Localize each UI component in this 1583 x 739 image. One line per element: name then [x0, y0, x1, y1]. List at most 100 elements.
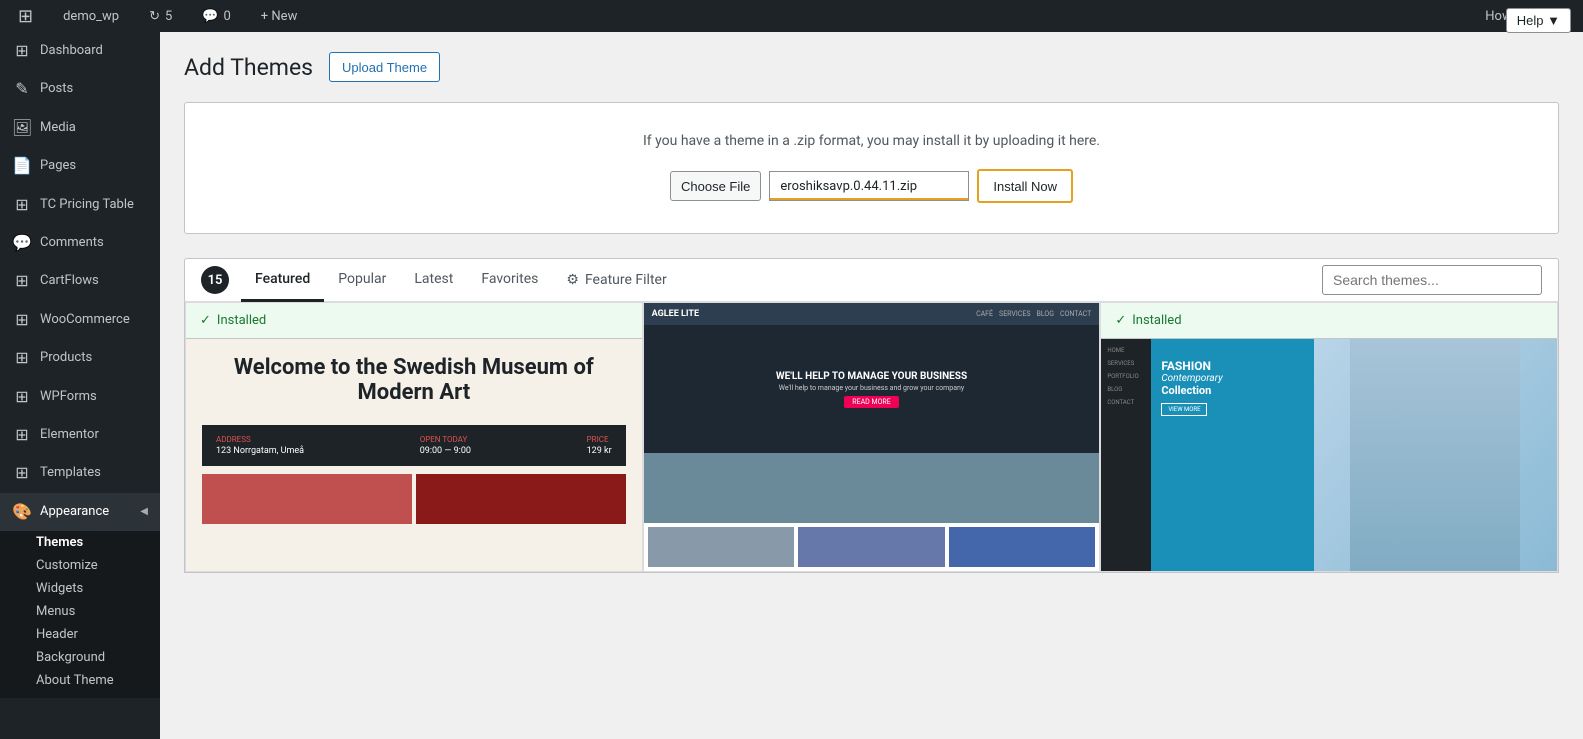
comments-count: 0 [223, 9, 230, 24]
sidebar-item-wpforms[interactable]: ⊞ WPForms [0, 378, 160, 416]
theme2-thumb1 [648, 527, 795, 567]
theme3-nav-home: HOME [1107, 347, 1145, 354]
tab-latest[interactable]: Latest [400, 259, 467, 302]
new-label: + New [261, 9, 298, 24]
theme2-thumb3 [949, 527, 1096, 567]
site-name-item[interactable]: demo_wp [55, 0, 127, 32]
theme2-hero-sub: We'll help to manage your business and g… [779, 384, 964, 392]
installed-bar-1: ✓ Installed [186, 303, 642, 339]
sidebar-sub-about-theme[interactable]: About Theme [0, 669, 160, 692]
upload-area: If you have a theme in a .zip format, yo… [184, 102, 1559, 234]
installed-label-1: Installed [217, 313, 266, 328]
theme3-text-overlay: FASHION Contemporary Collection VIEW MOR… [1161, 359, 1222, 416]
sidebar-item-dashboard[interactable]: ⊞ Dashboard [0, 32, 160, 70]
sidebar-item-appearance[interactable]: 🎨 Appearance ◀ [0, 493, 160, 531]
comments-sidebar-icon: 💬 [12, 232, 32, 254]
theme3-sidebar: HOME SERVICES PORTFOLIO BLOG CONTACT [1101, 339, 1151, 572]
theme3-nav-contact: CONTACT [1107, 399, 1145, 406]
help-button[interactable]: Help ▼ [1506, 32, 1571, 33]
sidebar-item-products[interactable]: ⊞ Products [0, 339, 160, 377]
templates-icon: ⊞ [12, 462, 32, 484]
theme2-nav-blog: BLOG [1036, 310, 1054, 318]
theme1-address: ADDRESS 123 Norrgatam, Umeå [216, 435, 304, 456]
sidebar-item-woocommerce[interactable]: ⊞ WooCommerce [0, 301, 160, 339]
sidebar-item-comments[interactable]: 💬 Comments [0, 224, 160, 262]
theme3-contemporary-text: Contemporary [1161, 373, 1222, 384]
media-icon: 🖼 [12, 117, 32, 139]
sidebar-sub-header[interactable]: Header [0, 623, 160, 646]
wp-logo-item[interactable]: ⊞ [10, 0, 41, 32]
file-name-display: eroshiksavp.0.44.11.zip [769, 171, 969, 201]
sidebar-item-cartflows[interactable]: ⊞ CartFlows [0, 262, 160, 300]
theme1-price: PRICE 129 kr [587, 435, 612, 456]
theme3-model-img [1350, 339, 1520, 572]
theme3-main: FASHION Contemporary Collection VIEW MOR… [1151, 339, 1557, 572]
tab-favorites[interactable]: Favorites [467, 259, 552, 302]
sidebar-sub-customize[interactable]: Customize [0, 554, 160, 577]
sidebar-item-tc-pricing-table[interactable]: ⊞ TC Pricing Table [0, 186, 160, 224]
theme2-nav-services: SERVICES [999, 310, 1030, 318]
sidebar-label-dashboard: Dashboard [40, 42, 103, 60]
theme2-img-main [644, 453, 1100, 523]
sidebar-label-cartflows: CartFlows [40, 272, 99, 290]
sidebar-item-posts[interactable]: ✎ Posts [0, 70, 160, 108]
theme2-nav-items: CAFÉ SERVICES BLOG CONTACT [976, 310, 1091, 318]
sidebar-sub-widgets[interactable]: Widgets [0, 577, 160, 600]
theme-card-1: ✓ Installed Welcome to the Swedish Museu… [185, 302, 643, 572]
theme2-nav-contact: CONTACT [1060, 310, 1091, 318]
theme1-open: OPEN TODAY 09:00 — 9:00 [420, 435, 471, 456]
sidebar-label-media: Media [40, 119, 76, 137]
appearance-icon: 🎨 [12, 501, 32, 523]
page-title: Add Themes [184, 54, 313, 81]
installed-bar-3: ✓ Installed [1101, 303, 1557, 339]
theme1-address-value: 123 Norrgatam, Umeå [216, 446, 304, 456]
elementor-icon: ⊞ [12, 424, 32, 446]
tab-feature-filter[interactable]: ⚙ Feature Filter [552, 260, 680, 300]
theme3-view-more-btn[interactable]: VIEW MORE [1161, 403, 1207, 416]
sidebar-item-pages[interactable]: 📄 Pages [0, 147, 160, 185]
admin-bar: ⊞ demo_wp ↻ 5 💬 0 + New Howdy, saloni [0, 0, 1583, 32]
upload-theme-button[interactable]: Upload Theme [329, 52, 440, 82]
updates-item[interactable]: ↻ 5 [141, 0, 180, 32]
theme3-fashion-text: FASHION [1161, 359, 1222, 373]
theme-card-3: ✓ Installed HOME SERVICES PORTFOLIO BLOG… [1100, 302, 1558, 572]
theme1-open-label: OPEN TODAY [420, 435, 471, 444]
theme3-model [1314, 339, 1557, 572]
search-themes-input[interactable] [1322, 265, 1542, 295]
cartflows-icon: ⊞ [12, 270, 32, 292]
sidebar-label-pages: Pages [40, 157, 76, 175]
file-name-text: eroshiksavp.0.44.11.zip [780, 179, 917, 194]
main-content: Help ▼ Add Themes Upload Theme If you ha… [160, 32, 1583, 739]
layout: ⊞ Dashboard ✎ Posts 🖼 Media 📄 Pages ⊞ TC… [0, 32, 1583, 739]
sidebar-item-media[interactable]: 🖼 Media [0, 109, 160, 147]
theme2-thumb2 [798, 527, 945, 567]
gear-icon: ⚙ [566, 272, 579, 288]
appearance-arrow-icon: ◀ [140, 505, 148, 519]
theme2-hero-text: WE'LL HELP TO MANAGE YOUR BUSINESS [776, 371, 967, 382]
tab-popular[interactable]: Popular [324, 259, 400, 302]
theme1-title: Welcome to the Swedish Museum of Modern … [202, 355, 626, 405]
theme-card-2: AGLEE LITE CAFÉ SERVICES BLOG CONTACT WE… [643, 302, 1101, 572]
sidebar-item-elementor[interactable]: ⊞ Elementor [0, 416, 160, 454]
tab-featured[interactable]: Featured [241, 259, 324, 302]
sidebar: ⊞ Dashboard ✎ Posts 🖼 Media 📄 Pages ⊞ TC… [0, 32, 160, 739]
installed-check-3: ✓ [1115, 313, 1126, 328]
sidebar-sub-themes[interactable]: Themes [0, 531, 160, 554]
sidebar-label-comments: Comments [40, 234, 104, 252]
sidebar-label-posts: Posts [40, 80, 73, 98]
wp-logo-icon: ⊞ [18, 6, 33, 27]
comments-icon: 💬 [202, 9, 218, 24]
sidebar-sub-menus[interactable]: Menus [0, 600, 160, 623]
theme2-cta-btn: READ MORE [844, 396, 898, 408]
choose-file-button[interactable]: Choose File [670, 171, 761, 201]
theme2-hero: WE'LL HELP TO MANAGE YOUR BUSINESS We'll… [644, 325, 1100, 453]
sidebar-label-appearance: Appearance [40, 503, 109, 521]
new-item[interactable]: + New [253, 0, 306, 32]
sidebar-sub-background[interactable]: Background [0, 646, 160, 669]
theme3-nav-services: SERVICES [1107, 360, 1145, 367]
install-now-button[interactable]: Install Now [977, 169, 1073, 203]
theme1-images [202, 474, 626, 524]
feature-filter-label: Feature Filter [585, 272, 667, 288]
sidebar-item-templates[interactable]: ⊞ Templates [0, 454, 160, 492]
comments-item[interactable]: 💬 0 [194, 0, 239, 32]
